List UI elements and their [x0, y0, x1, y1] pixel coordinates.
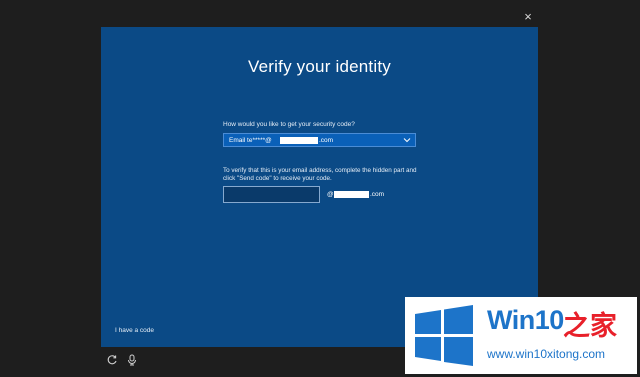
page-title: Verify your identity: [248, 57, 391, 76]
ease-of-access-icon[interactable]: [106, 354, 118, 366]
windows-logo-icon: [415, 305, 473, 366]
close-icon[interactable]: ×: [520, 9, 536, 25]
microphone-icon[interactable]: [126, 354, 138, 366]
domain-tld: .com: [370, 191, 385, 198]
at-sign: @: [327, 191, 334, 198]
email-hidden-part-input[interactable]: [223, 186, 320, 203]
verify-instructions: To verify that this is your email addres…: [223, 167, 417, 182]
security-code-method-select[interactable]: Email te*****@ .com: [223, 133, 416, 147]
watermark-url: www.win10xitong.com: [487, 347, 606, 361]
watermark-brand-cn: 之家: [563, 311, 617, 341]
select-value-suffix: .com: [319, 137, 334, 144]
chevron-down-icon: [403, 138, 411, 143]
redaction-bar: [334, 191, 369, 198]
have-a-code-link[interactable]: I have a code: [115, 327, 154, 334]
redaction-bar: [280, 137, 318, 144]
watermark: Win10 之家 www.win10xitong.com: [405, 297, 637, 374]
select-value-prefix: Email te*****@: [229, 137, 272, 144]
watermark-brand: Win10: [487, 305, 564, 335]
security-code-method-label: How would you like to get your security …: [223, 121, 355, 128]
